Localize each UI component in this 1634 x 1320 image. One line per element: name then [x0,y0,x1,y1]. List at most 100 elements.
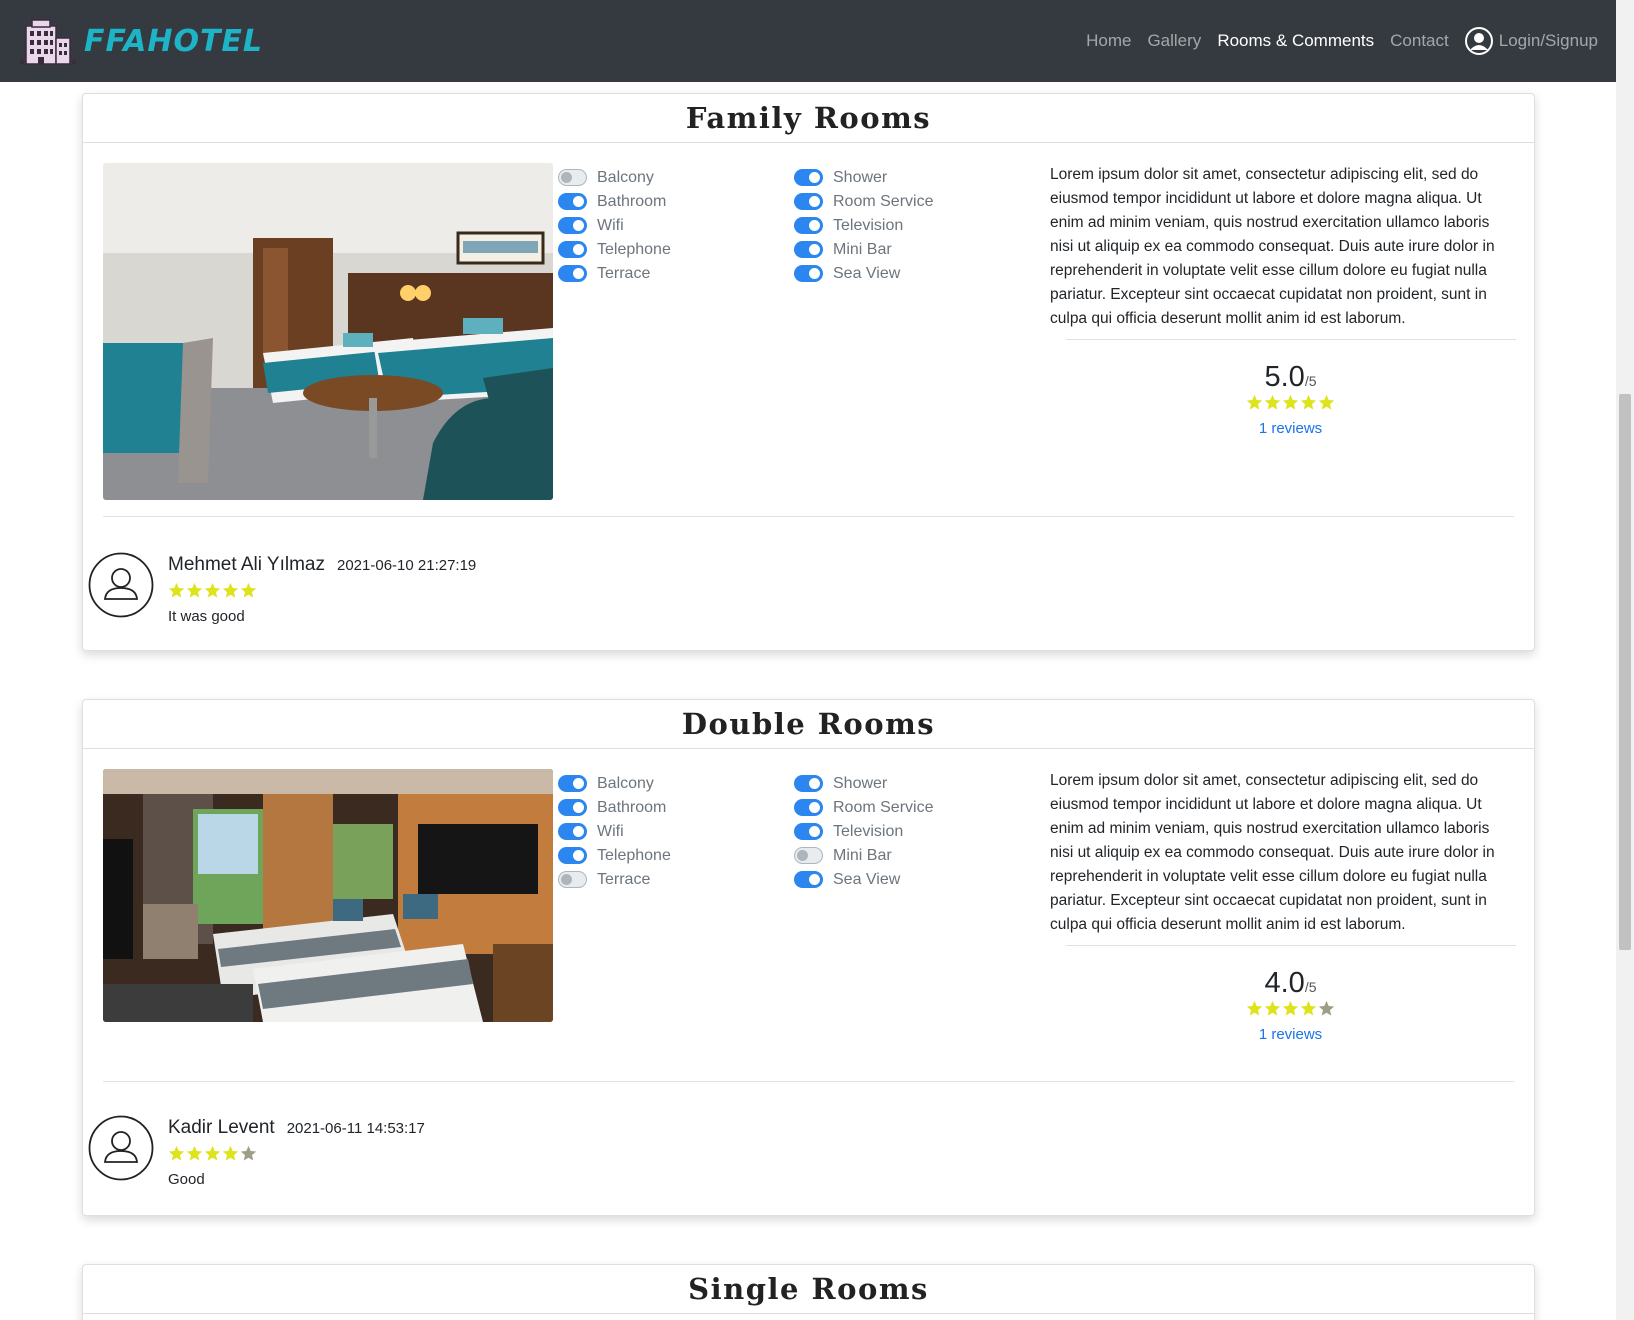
toggle-switch[interactable] [558,847,587,864]
feature-bathroom[interactable]: Bathroom [558,191,671,212]
toggle-switch[interactable] [558,775,587,792]
feature-label: Bathroom [597,798,667,816]
toggle-switch[interactable] [794,193,823,210]
room-card-double: Double Rooms Balcony Bathroom Wifi Telep… [82,699,1535,1216]
toggle-switch[interactable] [558,823,587,840]
star-icon [1264,394,1281,410]
toggle-switch[interactable] [794,847,823,864]
feature-mini-bar[interactable]: Mini Bar [794,845,933,866]
page-scrollbar[interactable] [1616,0,1634,1320]
toggle-switch[interactable] [558,265,587,282]
toggle-switch[interactable] [558,169,587,186]
feature-shower[interactable]: Shower [794,773,933,794]
comment: Kadir Levent 2021-06-11 14:53:17 Good [88,1115,425,1188]
feature-shower[interactable]: Shower [794,167,933,188]
feature-balcony[interactable]: Balcony [558,167,671,188]
comment-author: Mehmet Ali Yılmaz [168,554,325,575]
rating-stars [1246,394,1335,411]
star-icon [222,582,239,598]
family-room-photo [103,163,553,500]
user-avatar-icon [88,1115,154,1181]
reviews-link[interactable]: 1 reviews [1158,420,1423,437]
feature-label: Shower [833,168,888,186]
comment-date: 2021-06-10 21:27:19 [336,557,477,574]
star-icon [168,582,185,598]
toggle-switch[interactable] [794,241,823,258]
toggle-switch[interactable] [558,871,587,888]
toggle-switch[interactable] [794,823,823,840]
toggle-switch[interactable] [558,193,587,210]
card-header: Family Rooms [83,94,1534,143]
star-icon [186,1145,203,1161]
nav-rooms-comments[interactable]: Rooms & Comments [1217,31,1374,51]
user-circle-icon [1464,27,1493,55]
rating-score: 5.0/5 [1264,361,1317,393]
toggle-switch[interactable] [794,217,823,234]
comment-content: Mehmet Ali Yılmaz 2021-06-10 21:27:19 It… [168,552,476,625]
features-right: Shower Room Service Television Mini Bar … [794,167,933,284]
feature-telephone[interactable]: Telephone [558,239,671,260]
toggle-switch[interactable] [794,871,823,888]
star-icon [1246,1000,1263,1016]
toggle-switch[interactable] [794,799,823,816]
feature-wifi[interactable]: Wifi [558,215,671,236]
scrollbar-thumb[interactable] [1619,394,1631,950]
room-title: Family Rooms [685,101,932,135]
star-icon [1300,1000,1317,1016]
feature-television[interactable]: Television [794,821,933,842]
divider [103,1081,1514,1082]
hotel-logo-icon [20,19,76,65]
toggle-switch[interactable] [794,775,823,792]
nav-home[interactable]: Home [1086,31,1131,51]
star-icon [186,582,203,598]
feature-label: Wifi [597,822,624,840]
toggle-switch[interactable] [558,799,587,816]
star-icon [204,1145,221,1161]
feature-label: Room Service [833,192,934,210]
features-left: Balcony Bathroom Wifi Telephone Terrace [558,167,671,284]
feature-mini-bar[interactable]: Mini Bar [794,239,933,260]
feature-terrace[interactable]: Terrace [558,869,671,890]
user-avatar-icon [88,552,154,618]
feature-bathroom[interactable]: Bathroom [558,797,671,818]
star-icon [240,582,257,598]
divider [1066,339,1516,340]
feature-label: Wifi [597,216,624,234]
feature-sea-view[interactable]: Sea View [794,869,933,890]
toggle-switch[interactable] [794,265,823,282]
nav-gallery[interactable]: Gallery [1147,31,1201,51]
feature-balcony[interactable]: Balcony [558,773,671,794]
feature-label: Balcony [597,168,654,186]
reviews-link[interactable]: 1 reviews [1158,1026,1423,1043]
features-right: Shower Room Service Television Mini Bar … [794,773,933,890]
comment: Mehmet Ali Yılmaz 2021-06-10 21:27:19 It… [88,552,476,625]
toggle-switch[interactable] [794,169,823,186]
star-empty-icon [240,1145,257,1161]
toggle-switch[interactable] [558,217,587,234]
rating-score: 4.0/5 [1264,967,1317,999]
room-rating: 4.0/5 1 reviews [1158,967,1423,1043]
feature-telephone[interactable]: Telephone [558,845,671,866]
comment-text: It was good [168,608,245,625]
star-icon [222,1145,239,1161]
feature-label: Room Service [833,798,934,816]
feature-room-service[interactable]: Room Service [794,191,933,212]
toggle-switch[interactable] [558,241,587,258]
feature-sea-view[interactable]: Sea View [794,263,933,284]
navbar: FFAHOTEL Home Gallery Rooms & Comments C… [0,0,1616,82]
brand[interactable]: FFAHOTEL [18,16,263,66]
feature-room-service[interactable]: Room Service [794,797,933,818]
nav-contact[interactable]: Contact [1390,31,1449,51]
nav-login-signup[interactable]: Login/Signup [1464,27,1598,55]
feature-label: Sea View [833,264,901,282]
divider [103,516,1514,517]
double-room-photo [103,769,553,1022]
feature-terrace[interactable]: Terrace [558,263,671,284]
feature-label: Mini Bar [833,240,892,258]
feature-label: Telephone [597,846,671,864]
feature-label: Terrace [597,264,651,282]
feature-television[interactable]: Television [794,215,933,236]
feature-wifi[interactable]: Wifi [558,821,671,842]
card-header: Double Rooms [83,700,1534,749]
card-header: Single Rooms [83,1265,1534,1314]
